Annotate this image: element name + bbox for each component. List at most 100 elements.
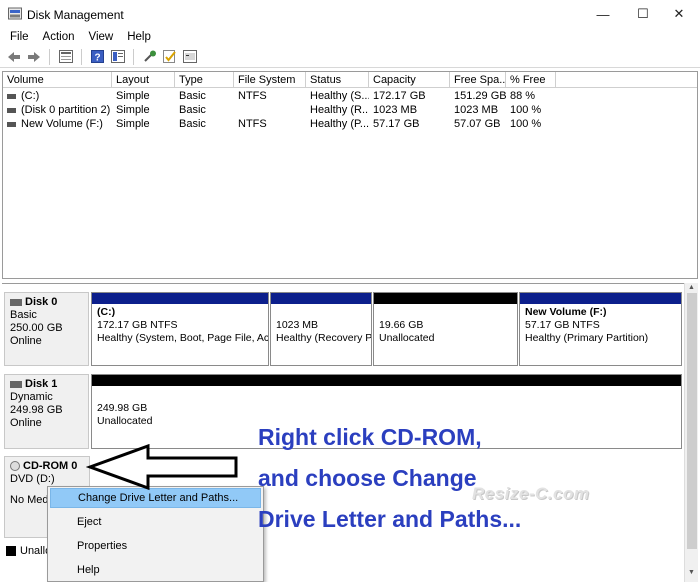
disk-status: Online: [10, 335, 42, 347]
partition-unallocated[interactable]: 19.66 GB Unallocated: [373, 292, 518, 366]
partition-bar: [374, 293, 517, 304]
free-space-cell: 1023 MB: [454, 104, 499, 116]
disk-size: 250.00 GB: [10, 322, 63, 334]
table-row[interactable]: (C:) Simple Basic NTFS Healthy (S... 172…: [3, 89, 697, 103]
table-row[interactable]: New Volume (F:) Simple Basic NTFS Health…: [3, 117, 697, 131]
watermark: Resize-C.com: [472, 484, 590, 503]
annotation-line-1: Right click CD-ROM,: [258, 424, 482, 450]
disk-type: Basic: [10, 309, 37, 321]
file-system-cell: NTFS: [238, 118, 267, 130]
legend: Unallo: [6, 544, 51, 558]
disk-icon: [10, 380, 22, 388]
close-button[interactable]: ✕: [656, 0, 700, 28]
help-icon[interactable]: ?: [89, 49, 106, 65]
type-cell: Basic: [179, 90, 206, 102]
partition-f[interactable]: New Volume (F:) 57.17 GB NTFS Healthy (P…: [519, 292, 682, 366]
disk-list-icon[interactable]: [57, 49, 74, 65]
disk-size: 249.98 GB: [10, 404, 63, 416]
menu-item-help[interactable]: Help: [50, 560, 261, 580]
svg-text:?: ?: [94, 53, 100, 64]
layout-cell: Simple: [116, 118, 150, 130]
disk-0-label[interactable]: Disk 0 Basic 250.00 GB Online: [4, 292, 89, 366]
partition-bar: [92, 293, 268, 304]
context-menu: Change Drive Letter and Paths... Eject P…: [47, 486, 264, 582]
partition-size: 249.98 GB: [97, 402, 148, 414]
menu-view[interactable]: View: [82, 28, 121, 46]
column-capacity[interactable]: Capacity: [369, 72, 450, 87]
annotation-arrow-icon: [86, 444, 238, 491]
partition-status: Unallocated: [379, 332, 435, 344]
volume-name: New Volume (F:): [21, 118, 103, 130]
scroll-down-icon[interactable]: ▼: [688, 569, 695, 576]
column-percent-free[interactable]: % Free: [506, 72, 556, 87]
volume-icon: [7, 93, 16, 99]
disk-icon: [10, 298, 22, 306]
type-cell: Basic: [179, 118, 206, 130]
menu-file[interactable]: File: [0, 28, 36, 46]
forward-icon[interactable]: [25, 49, 42, 65]
back-icon[interactable]: [5, 49, 22, 65]
volume-icon: [7, 107, 16, 113]
disk-1-label[interactable]: Disk 1 Dynamic 249.98 GB Online: [4, 374, 89, 449]
disk-name: Disk 0: [25, 296, 58, 308]
menu-bar: File Action View Help: [0, 28, 700, 46]
partition-bar: [520, 293, 681, 304]
partition-size: 172.17 GB NTFS: [97, 319, 178, 331]
toolbar: ?: [0, 46, 700, 68]
partition-size: 19.66 GB: [379, 319, 424, 331]
partition-recovery[interactable]: 1023 MB Healthy (Recovery P: [270, 292, 372, 366]
toolbar-separator: [133, 48, 134, 65]
column-file-system[interactable]: File System: [234, 72, 306, 87]
percent-free-cell: 100 %: [510, 118, 542, 130]
partition-size: 57.17 GB NTFS: [525, 319, 600, 331]
status-cell: Healthy (S...: [310, 90, 369, 102]
column-layout[interactable]: Layout: [112, 72, 175, 87]
capacity-cell: 1023 MB: [373, 104, 418, 116]
menu-item-properties[interactable]: Properties: [50, 536, 261, 556]
status-cell: Healthy (R...: [310, 104, 369, 116]
column-type[interactable]: Type: [175, 72, 234, 87]
scroll-up-icon[interactable]: ▲: [688, 284, 695, 291]
disk-name: Disk 1: [25, 378, 58, 390]
disk-management-app-icon: [8, 7, 22, 20]
check-icon[interactable]: [161, 49, 178, 65]
menu-item-eject[interactable]: Eject: [50, 512, 261, 532]
disk-name: CD-ROM 0: [23, 460, 78, 472]
volume-list-header: Volume Layout Type File System Status Ca…: [3, 72, 697, 88]
menu-action[interactable]: Action: [36, 28, 82, 46]
partition-status: Healthy (Primary Partition): [525, 332, 649, 344]
layout-cell: Simple: [116, 104, 150, 116]
scrollbar-thumb[interactable]: [687, 293, 697, 549]
rescan-icon[interactable]: [141, 49, 158, 65]
unallocated-legend-swatch: [6, 546, 16, 556]
column-status[interactable]: Status: [306, 72, 369, 87]
properties-icon[interactable]: [109, 49, 126, 65]
console-icon[interactable]: [181, 49, 198, 65]
partition-name: [276, 306, 368, 319]
title-bar: Disk Management — ☐ ✕: [0, 0, 700, 28]
partition-status: Healthy (Recovery P: [276, 332, 372, 344]
percent-free-cell: 88 %: [510, 90, 536, 102]
percent-free-cell: 100 %: [510, 104, 542, 116]
annotation-line-2: and choose Change: [258, 465, 477, 491]
column-free-space[interactable]: Free Spa...: [450, 72, 506, 87]
table-row[interactable]: (Disk 0 partition 2) Simple Basic Health…: [3, 103, 697, 117]
volume-list: Volume Layout Type File System Status Ca…: [2, 71, 698, 279]
toolbar-separator: [81, 48, 82, 65]
toolbar-separator: [49, 48, 50, 65]
partition-c[interactable]: (C:) 172.17 GB NTFS Healthy (System, Boo…: [91, 292, 269, 366]
partition-bar: [92, 375, 681, 386]
disk-view-scrollbar[interactable]: ▲ ▼: [684, 283, 698, 582]
capacity-cell: 172.17 GB: [373, 90, 426, 102]
free-space-cell: 151.29 GB: [454, 90, 506, 102]
column-volume[interactable]: Volume: [3, 72, 112, 87]
menu-help[interactable]: Help: [120, 28, 158, 46]
partition-size: 1023 MB: [276, 319, 319, 331]
disk-status: Online: [10, 417, 42, 429]
partition-bar: [271, 293, 371, 304]
volume-name: (Disk 0 partition 2): [21, 104, 111, 116]
disk-type: Dynamic: [10, 391, 53, 403]
type-cell: Basic: [179, 104, 206, 116]
partition-name: New Volume (F:): [525, 306, 607, 318]
volume-name: (C:): [21, 90, 40, 102]
